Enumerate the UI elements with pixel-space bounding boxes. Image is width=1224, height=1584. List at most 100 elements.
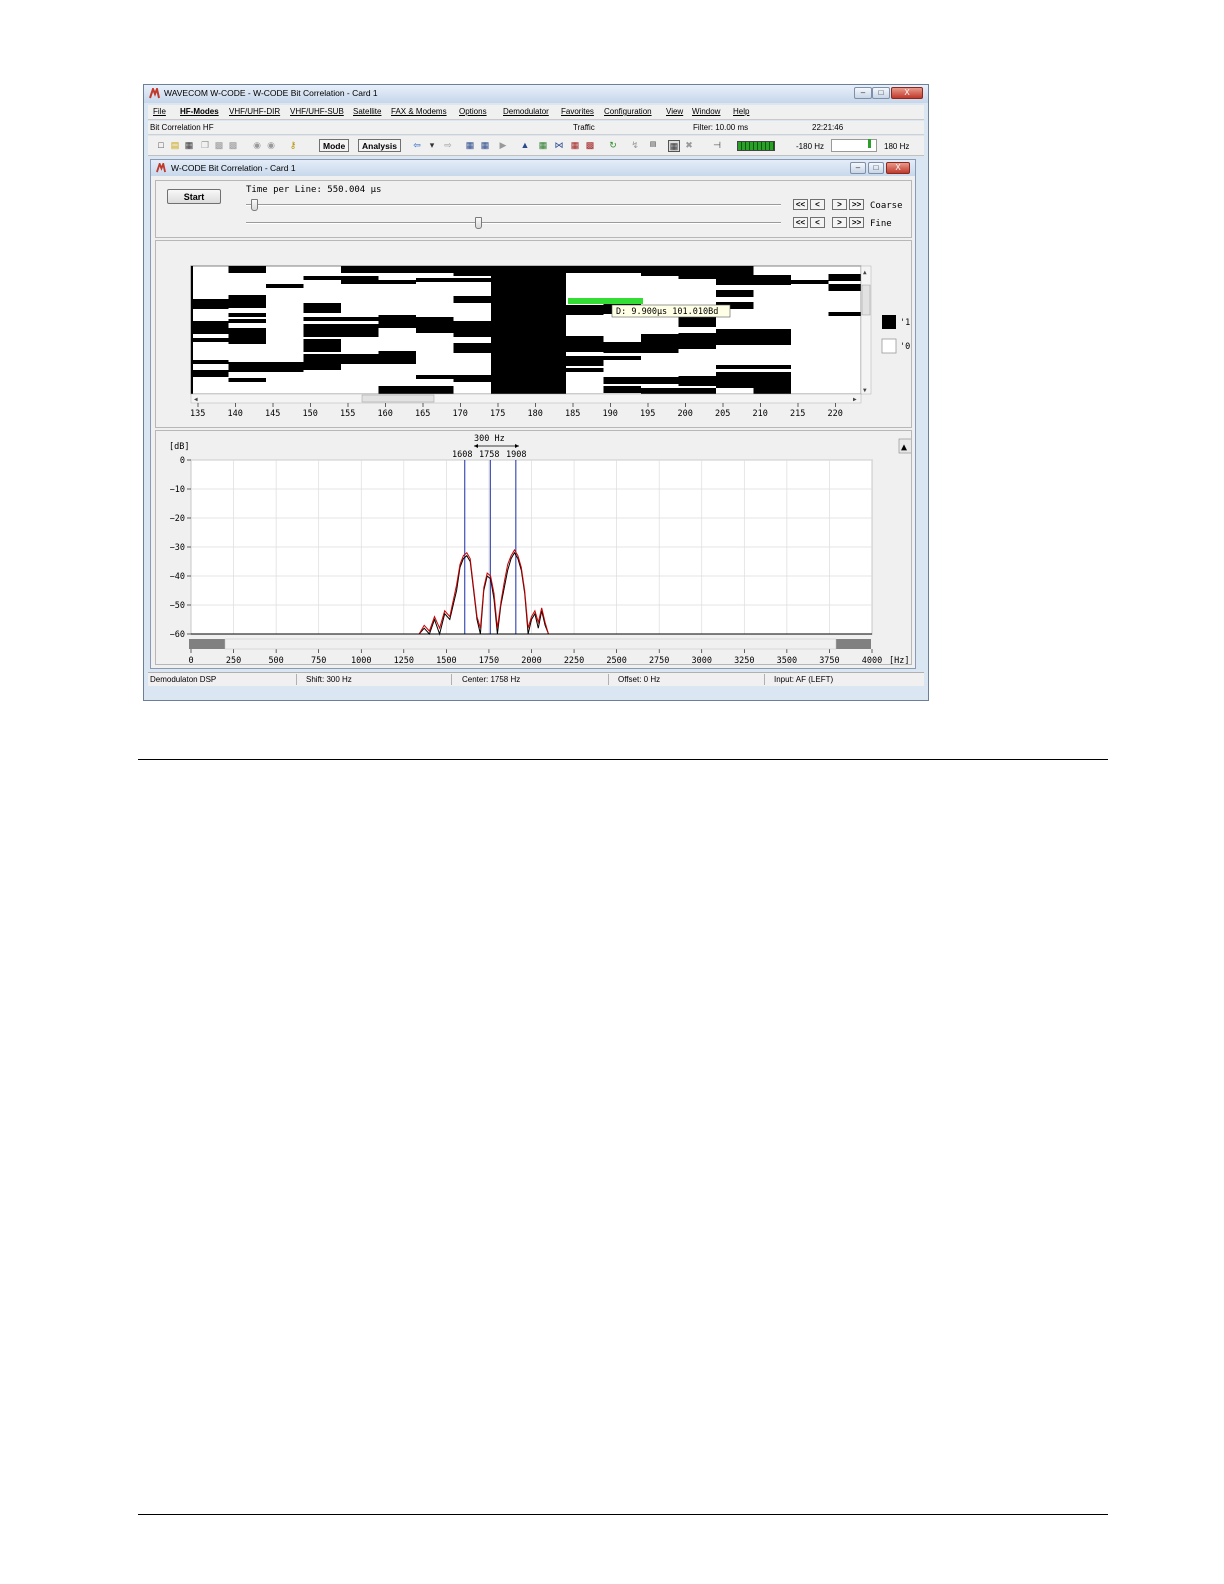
refresh-icon[interactable]: ↻ (608, 140, 618, 150)
bit-block (641, 388, 716, 394)
cross-icon[interactable]: ✖ (684, 140, 694, 150)
mode-button[interactable]: Mode (319, 139, 350, 152)
time-readout: 22:21:46 (812, 123, 844, 132)
phase-icon[interactable]: ▦ (465, 140, 475, 150)
freq-right-readout: 180 Hz (884, 142, 910, 151)
vertical-scroll-thumb[interactable] (861, 284, 871, 316)
menu-file[interactable]: File (153, 107, 166, 116)
y-tick-label: −30 (170, 543, 185, 553)
close-button[interactable]: X (891, 87, 923, 99)
help-key-icon[interactable]: ⚷ (288, 140, 298, 150)
wavecom-logo-icon (149, 88, 160, 99)
bit-block (678, 376, 716, 386)
waterfall-icon[interactable]: ▦ (570, 140, 580, 150)
zoom-right-handle[interactable] (836, 639, 871, 649)
pe-icon[interactable]: ▤ (648, 140, 658, 150)
x-tick-label: 500 (268, 656, 283, 664)
y-tick-label: −60 (170, 630, 185, 640)
bit-block (228, 328, 266, 344)
menu-help[interactable]: Help (733, 107, 749, 116)
menu-fax-modems[interactable]: FAX & Modems (391, 107, 447, 116)
dropdown-arrow-icon[interactable]: ▾ (427, 140, 437, 150)
child-minimize-button[interactable]: – (850, 162, 866, 174)
menu-vhf-uhf-dir[interactable]: VHF/UHF-DIR (229, 107, 280, 116)
analysis-button[interactable]: Analysis (358, 139, 401, 152)
status-separator (764, 674, 765, 685)
spectrum-icon[interactable]: ⋈ (554, 140, 564, 150)
child-maximize-button[interactable]: □ (868, 162, 884, 174)
horizontal-scroll-thumb[interactable] (361, 394, 435, 403)
coarse-fast-back-button[interactable]: << (793, 199, 808, 210)
bit-block (716, 290, 754, 297)
scroll-left-icon[interactable]: ◀ (194, 396, 198, 403)
bitmap-icon[interactable]: ▩ (585, 140, 595, 150)
play-icon[interactable]: ▶ (498, 140, 508, 150)
bit-block (678, 333, 716, 349)
bit-block (603, 377, 679, 384)
coarse-fast-forward-button[interactable]: >> (849, 199, 864, 210)
coarse-slider-thumb[interactable] (251, 199, 258, 211)
menu-demodulator[interactable]: Demodulator (503, 107, 549, 116)
coarse-forward-button[interactable]: > (832, 199, 847, 210)
scroll-right-icon[interactable]: ▶ (853, 396, 857, 403)
legend-one-swatch (882, 315, 896, 329)
copy-icon[interactable]: ❐ (200, 140, 210, 150)
child-close-button[interactable]: X (886, 162, 910, 174)
menu-favorites[interactable]: Favorites (561, 107, 594, 116)
coarse-back-button[interactable]: < (810, 199, 825, 210)
legend-zero-swatch (881, 338, 897, 354)
menu-view[interactable]: View (666, 107, 683, 116)
bit-block (603, 356, 641, 360)
x-tick-label: 3750 (819, 656, 839, 664)
binoculars-icon[interactable]: ◉ (252, 140, 262, 150)
grid-analysis-icon[interactable]: ▦ (538, 140, 548, 150)
fine-slider-track[interactable] (246, 222, 781, 224)
forward-arrow-icon[interactable]: ⇨ (443, 140, 453, 150)
menu-configuration[interactable]: Configuration (604, 107, 652, 116)
split-icon[interactable]: ↯ (630, 140, 640, 150)
menu-satellite[interactable]: Satellite (353, 107, 381, 116)
print-icon[interactable]: ▩ (228, 140, 238, 150)
window-title: WAVECOM W-CODE - W-CODE Bit Correlation … (164, 88, 378, 98)
fine-fast-forward-button[interactable]: >> (849, 217, 864, 228)
coarse-label: Coarse (870, 201, 903, 211)
bit-block (191, 266, 193, 394)
bit-block (753, 329, 791, 333)
correlation-tooltip: D: 9.900µs 101.010Bd (616, 307, 718, 317)
scroll-down-icon[interactable]: ▼ (863, 387, 867, 394)
menu-hf-modes[interactable]: HF-Modes (180, 107, 219, 116)
start-button[interactable]: Start (167, 189, 221, 204)
phase-plane-icon[interactable]: ▦ (480, 140, 490, 150)
waveform-icon[interactable]: ▲ (520, 140, 530, 150)
maximize-button[interactable]: □ (872, 87, 890, 99)
bit-block (641, 266, 679, 276)
bit-block (378, 315, 416, 328)
menu-window[interactable]: Window (692, 107, 720, 116)
bit-block (228, 295, 266, 308)
print-preview-icon[interactable]: ▩ (214, 140, 224, 150)
correlation-tick-label: 200 (678, 409, 693, 419)
back-arrow-icon[interactable]: ⇦ (412, 140, 422, 150)
fine-forward-button[interactable]: > (832, 217, 847, 228)
save-icon[interactable]: ▦ (184, 140, 194, 150)
new-file-icon[interactable]: □ (156, 140, 166, 150)
spectrum-chart[interactable]: [dB] 0 −10 −20 −30 −40 −50 −60 0 250 500 750 1000 12… (156, 431, 911, 664)
minimize-button[interactable]: – (854, 87, 872, 99)
zoom-left-handle[interactable] (189, 639, 225, 649)
menu-options[interactable]: Options (459, 107, 487, 116)
fine-back-button[interactable]: < (810, 217, 825, 228)
correlation-bitmap[interactable]: D: 9.900µs 101.010Bd ▲ ▼ ◀ ▶ 135 140 145 15… (156, 241, 911, 427)
menu-vhf-uhf-sub[interactable]: VHF/UHF-SUB (290, 107, 344, 116)
bit-block (191, 338, 229, 342)
fine-fast-back-button[interactable]: << (793, 217, 808, 228)
coarse-slider-track[interactable] (246, 204, 781, 206)
open-folder-icon[interactable]: ▤ (170, 140, 180, 150)
fine-slider-thumb[interactable] (475, 217, 482, 229)
zoom-track[interactable] (224, 638, 837, 650)
scroll-up-icon[interactable]: ▲ (863, 269, 867, 276)
correlation-tick-label: 220 (828, 409, 843, 419)
correlation-tick-label: 155 (340, 409, 355, 419)
bit-correlation-icon[interactable]: ▦ (668, 140, 680, 152)
find-next-icon[interactable]: ◉ (266, 140, 276, 150)
tuning-icon[interactable]: ⊣ (712, 140, 722, 150)
